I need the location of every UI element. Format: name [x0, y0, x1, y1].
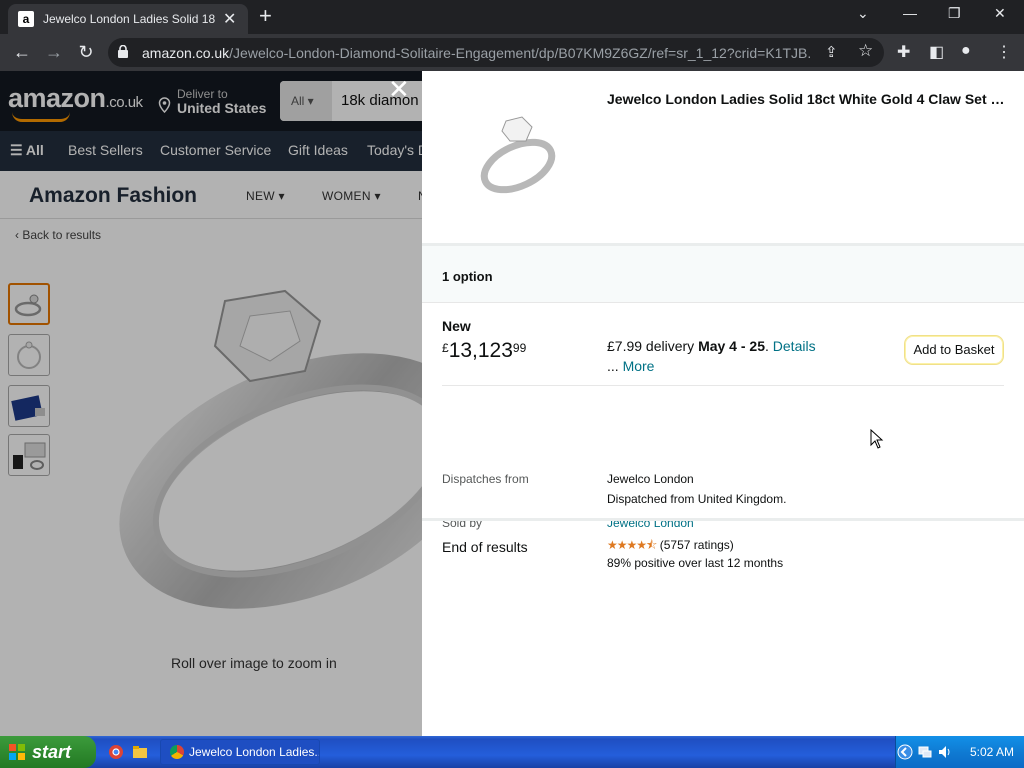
- details-link[interactable]: Details: [773, 338, 816, 354]
- chrome-icon: [170, 745, 184, 759]
- more-info: ... More: [607, 358, 655, 374]
- end-of-results: End of results: [442, 539, 528, 555]
- windows-taskbar: start Jewelco London Ladies... 5:02 AM: [0, 736, 1024, 768]
- tab-search-chevron-icon[interactable]: ⌄: [857, 5, 869, 22]
- new-tab-icon[interactable]: +: [259, 5, 272, 27]
- restore-icon[interactable]: ❐: [948, 5, 961, 22]
- lock-icon: [118, 45, 128, 58]
- options-band: 1 option: [422, 243, 1024, 303]
- back-icon[interactable]: ←: [10, 40, 34, 64]
- positive-feedback: 89% positive over last 12 months: [607, 556, 784, 570]
- amazon-page: amazon.co.uk Deliver to United States Al…: [0, 71, 1024, 736]
- share-icon[interactable]: ⇪: [825, 43, 838, 61]
- minimize-icon[interactable]: —: [903, 5, 917, 21]
- add-to-basket-button[interactable]: Add to Basket: [904, 335, 1004, 365]
- system-tray: 5:02 AM: [895, 736, 1024, 768]
- more-link[interactable]: More: [623, 358, 655, 374]
- forward-icon[interactable]: →: [42, 40, 66, 64]
- close-panel-icon[interactable]: ✕: [388, 76, 410, 102]
- chrome-quicklaunch-icon[interactable]: [108, 744, 124, 760]
- clock[interactable]: 5:02 AM: [970, 745, 1014, 759]
- extensions-puzzle-icon[interactable]: ✚: [897, 42, 910, 62]
- amazon-favicon-icon: a: [18, 11, 34, 27]
- network-icon[interactable]: [917, 744, 933, 760]
- offer-price: £13,12399: [442, 339, 527, 362]
- delivery-info: £7.99 delivery May 4 - 25. Details: [607, 338, 816, 354]
- volume-icon[interactable]: [937, 744, 953, 760]
- reload-icon[interactable]: ↻: [74, 40, 98, 64]
- profile-icon[interactable]: ●: [961, 42, 971, 60]
- side-panel-icon[interactable]: ◧: [929, 42, 944, 62]
- tab-close-icon[interactable]: ✕: [223, 9, 236, 29]
- window-close-icon[interactable]: ✕: [994, 5, 1006, 22]
- start-button[interactable]: start: [0, 736, 96, 768]
- panel-product-image: [480, 116, 556, 194]
- menu-kebab-icon[interactable]: ⋮: [996, 42, 1012, 62]
- dispatches-from-value: Jewelco London: [607, 472, 694, 486]
- panel-product-title: Jewelco London Ladies Solid 18ct White G…: [607, 91, 1009, 107]
- rating-stars-icon: ★★★★⯪: [607, 538, 657, 552]
- browser-toolbar: ← → ↻ amazon.co.uk/Jewelco-London-Diamon…: [0, 34, 1024, 71]
- bookmark-star-icon[interactable]: ☆: [858, 41, 873, 61]
- option-count: 1 option: [442, 269, 493, 284]
- dispatches-from-label-text: Dispatches from: [442, 472, 529, 486]
- taskbar-window-chrome[interactable]: Jewelco London Ladies...: [160, 739, 320, 765]
- mouse-cursor-icon: [870, 429, 884, 449]
- browser-titlebar: a Jewelco London Ladies Solid 18ct ✕ + ⌄…: [0, 0, 1024, 34]
- address-bar[interactable]: amazon.co.uk/Jewelco-London-Diamond-Soli…: [108, 38, 884, 67]
- tray-expand-icon[interactable]: [897, 744, 913, 760]
- url-text: amazon.co.uk/Jewelco-London-Diamond-Soli…: [142, 45, 810, 61]
- divider: [422, 518, 1024, 521]
- browser-tab[interactable]: a Jewelco London Ladies Solid 18ct ✕: [8, 4, 248, 34]
- tab-title: Jewelco London Ladies Solid 18ct: [43, 12, 215, 26]
- seller-rating[interactable]: ★★★★⯪ (5757 ratings): [607, 536, 734, 557]
- offer-card: New £13,12399 £7.99 delivery May 4 - 25.…: [422, 303, 1024, 570]
- offer-condition: New: [442, 318, 471, 334]
- offers-side-panel: Jewelco London Ladies Solid 18ct White G…: [422, 71, 1024, 736]
- dispatched-note: Dispatched from United Kingdom.: [607, 492, 787, 506]
- screen: a Jewelco London Ladies Solid 18ct ✕ + ⌄…: [0, 0, 1024, 768]
- panel-header: Jewelco London Ladies Solid 18ct White G…: [422, 71, 1024, 243]
- divider: [442, 385, 1004, 386]
- windows-flag-icon: [9, 744, 25, 760]
- folder-quicklaunch-icon[interactable]: [132, 744, 148, 760]
